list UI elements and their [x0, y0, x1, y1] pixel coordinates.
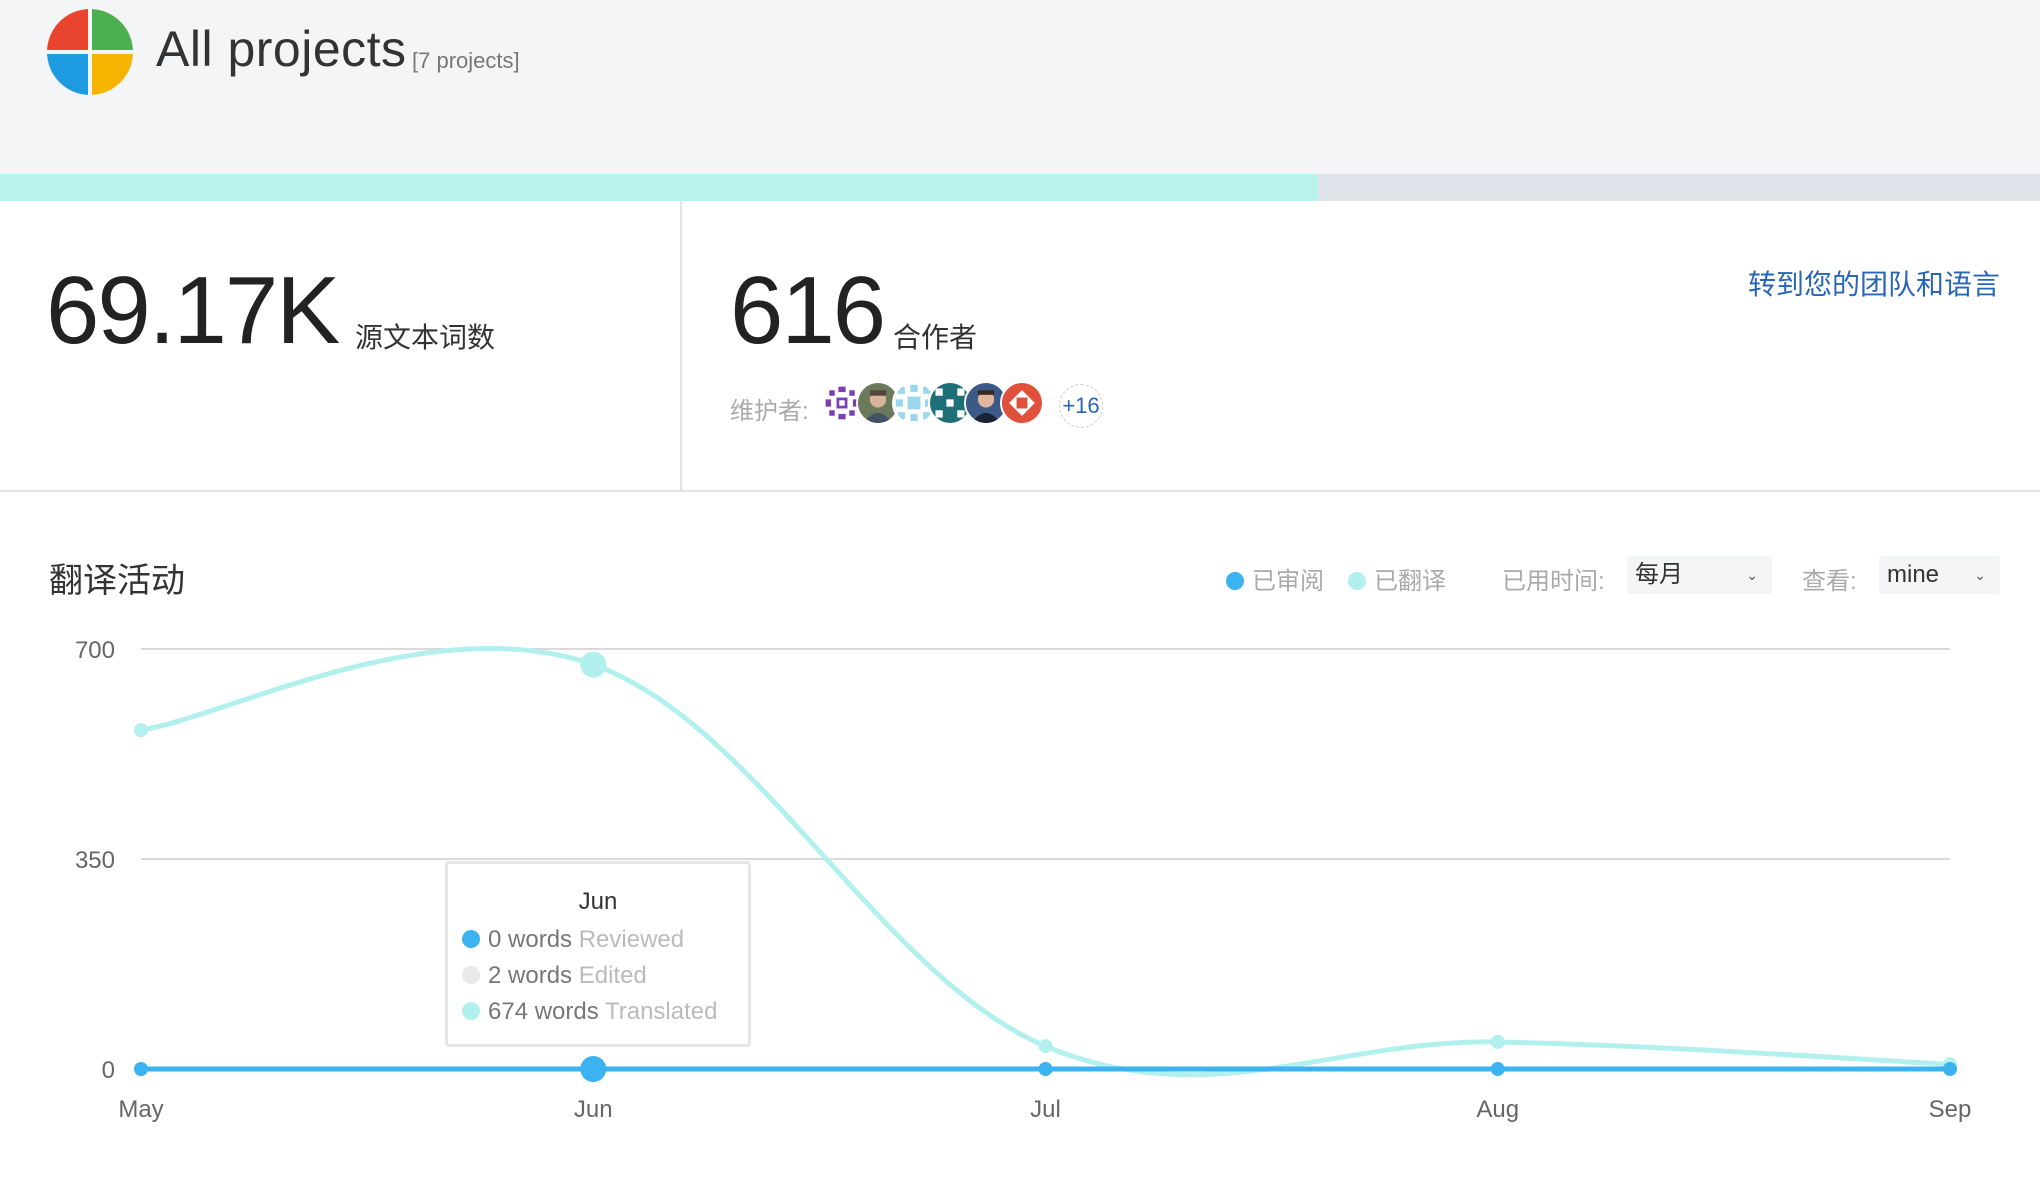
stats-divider: [680, 201, 682, 490]
chart-tooltip: Jun 0 words Reviewed 2 words Edited 674 …: [445, 861, 751, 1047]
series-line-translated: [140, 645, 1951, 1078]
activity-chart-svg: 0 350 700 May Jun Jul Aug Sep: [75, 637, 1972, 1123]
legend-reviewed[interactable]: 已审阅: [1226, 561, 1324, 596]
tooltip-title: Jun: [578, 888, 618, 915]
data-point: [134, 1062, 148, 1076]
legend-reviewed-label: 已审阅: [1252, 568, 1324, 595]
activity-chart: 0 350 700 May Jun Jul Aug Sep: [0, 600, 2040, 1184]
x-tick-label: May: [118, 1096, 163, 1123]
tooltip-dot-icon: [462, 930, 480, 948]
tooltip-row-translated: 674 words Translated: [462, 998, 717, 1026]
contributors-value: 616: [730, 257, 886, 364]
legend-translated-label: 已翻译: [1374, 568, 1446, 595]
period-select[interactable]: 每月 ⌄: [1627, 556, 1772, 594]
data-point: [1490, 1035, 1505, 1049]
period-label: 已用时间:: [1502, 568, 1605, 595]
x-tick-label: Aug: [1476, 1096, 1519, 1123]
project-logo-icon: [47, 9, 133, 95]
tooltip-row-edited: 2 words Edited: [462, 962, 647, 990]
contributors-label: 合作者: [893, 322, 978, 353]
source-words-label: 源文本词数: [355, 322, 496, 353]
data-point: [1943, 1062, 1957, 1076]
data-point: [1038, 1062, 1053, 1076]
tooltip-dot-icon: [462, 1002, 480, 1020]
view-label: 查看:: [1802, 568, 1857, 595]
data-point: [134, 723, 148, 737]
y-tick-label: 0: [102, 1057, 115, 1084]
progress-bar-fill: [0, 174, 1318, 201]
legend-translated[interactable]: 已翻译: [1348, 561, 1446, 596]
maintainer-avatar[interactable]: [1000, 381, 1044, 425]
x-tick-label: Sep: [1929, 1096, 1972, 1123]
data-point: [580, 1056, 607, 1082]
x-tick-label: Jul: [1030, 1096, 1061, 1123]
tooltip-edited-label: Edited: [578, 962, 647, 989]
x-tick-label: Jun: [574, 1096, 613, 1123]
tooltip-translated-count: 674 words: [488, 998, 599, 1025]
chevron-down-icon: ⌄: [1974, 567, 1986, 583]
activity-title: 翻译活动: [49, 562, 185, 600]
page-title: All projects: [156, 21, 407, 77]
project-count: [7 projects]: [412, 48, 520, 73]
chevron-down-icon: ⌄: [1746, 567, 1758, 583]
tooltip-translated-label: Translated: [604, 998, 718, 1025]
source-words-value: 69.17K: [46, 257, 340, 364]
legend-dot-icon: [1348, 572, 1366, 590]
tooltip-reviewed-label: Reviewed: [578, 926, 685, 953]
y-tick-label: 700: [75, 637, 115, 664]
data-point: [1038, 1039, 1053, 1054]
view-select-value: mine: [1887, 561, 1940, 588]
tooltip-row-reviewed: 0 words Reviewed: [462, 926, 684, 954]
go-to-teams-link[interactable]: 转到您的团队和语言: [1748, 263, 2000, 303]
tooltip-reviewed-count: 0 words: [488, 926, 573, 953]
more-maintainers-badge[interactable]: +16: [1059, 384, 1103, 428]
page-header: All projects [7 projects]: [0, 0, 2040, 174]
period-select-value: 每月: [1635, 561, 1683, 588]
maintainers-label: 维护者:: [730, 398, 809, 425]
data-point: [580, 651, 607, 678]
tooltip-dot-icon: [462, 966, 480, 984]
translation-progress-bar: [0, 174, 2040, 201]
tooltip-edited-count: 2 words: [488, 962, 573, 989]
data-point: [1490, 1062, 1505, 1076]
y-tick-label: 350: [75, 847, 115, 874]
legend-dot-icon: [1226, 572, 1244, 590]
view-select[interactable]: mine ⌄: [1879, 556, 2000, 594]
